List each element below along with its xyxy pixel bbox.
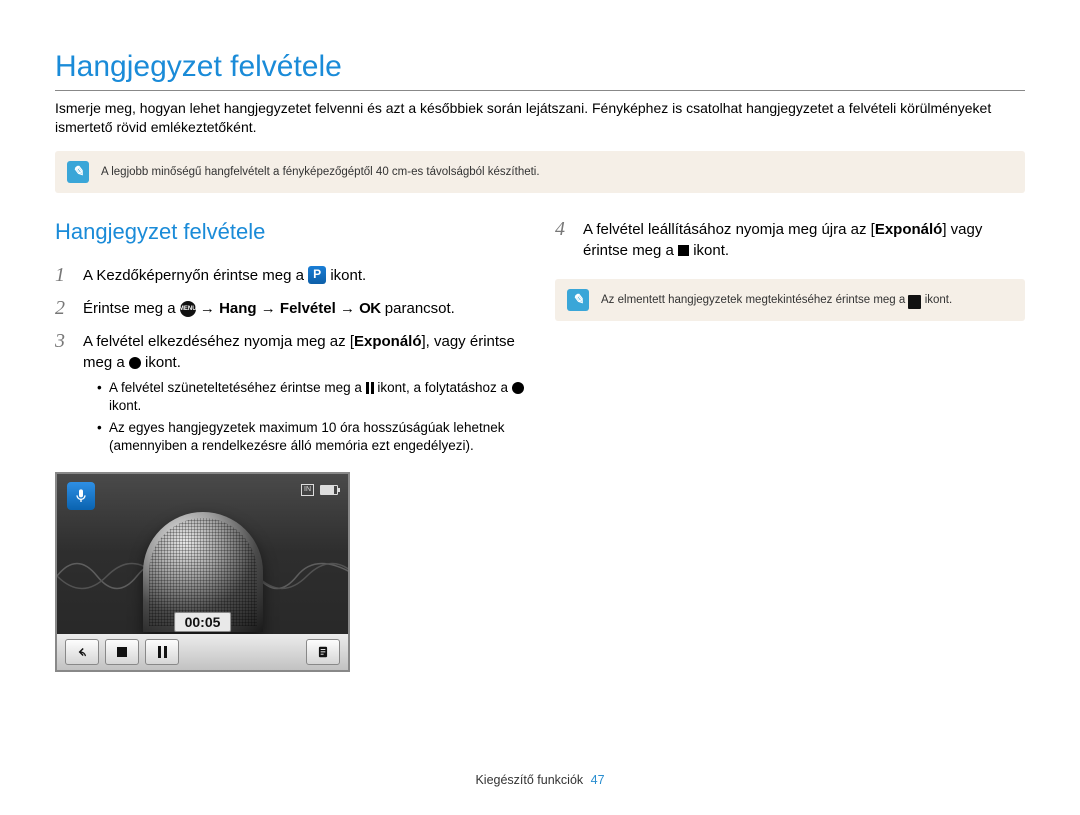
step-2-arrow-2: → (261, 300, 280, 317)
p-mode-icon: P (308, 266, 326, 284)
step-2-text-a: Érintse meg a (83, 300, 180, 317)
right-column: 4 A felvétel leállításához nyomja meg új… (555, 219, 1025, 672)
step-4-text-c: ikont. (693, 242, 729, 259)
step-num-1: 1 (55, 265, 73, 286)
left-column: Hangjegyzet felvétele 1 A Kezdőképernyőn… (55, 219, 525, 672)
step-2-felv: Felvétel (280, 300, 336, 317)
step-4-exp: Exponáló (875, 221, 943, 238)
bullet-1-b: ikont, a folytatáshoz a (377, 380, 511, 395)
step-num-3: 3 (55, 331, 73, 460)
bullet-1-a: A felvétel szüneteltetéséhez érintse meg… (109, 380, 366, 395)
stop-button[interactable] (105, 639, 139, 665)
page-title: Hangjegyzet felvétele (55, 50, 1025, 84)
intro-text: Ismerje meg, hogyan lehet hangjegyzetet … (55, 99, 1025, 137)
tip-box-2: ✎ Az elmentett hangjegyzetek megtekintés… (555, 279, 1025, 321)
back-button[interactable] (65, 639, 99, 665)
mic-badge-icon (67, 482, 95, 510)
step-2-arrow-3: → (340, 300, 359, 317)
recorder-status-bar: IN (301, 484, 338, 496)
note-icon-2: ✎ (567, 289, 589, 311)
bullet-1-c: ikont. (109, 398, 141, 413)
note-icon: ✎ (67, 161, 89, 183)
page-footer: Kiegészítő funkciók 47 (0, 773, 1080, 787)
tip-2-text-b: ikont. (925, 294, 953, 306)
title-divider (55, 90, 1025, 91)
footer-label: Kiegészítő funkciók (475, 773, 583, 787)
step-1-text-a: A Kezdőképernyőn érintse meg a (83, 267, 308, 284)
pause-icon (366, 382, 374, 394)
memo-list-button[interactable] (306, 639, 340, 665)
step-4: 4 A felvétel leállításához nyomja meg új… (555, 219, 1025, 261)
memo-list-icon (908, 295, 921, 309)
recorder-screenshot: IN 00:05 (55, 472, 350, 672)
step-num-2: 2 (55, 298, 73, 319)
tip-2-text-a: Az elmentett hangjegyzetek megtekintéséh… (601, 294, 908, 306)
step-3: 3 A felvétel elkezdéséhez nyomja meg az … (55, 331, 525, 460)
record-icon (129, 357, 141, 369)
tip-box-1: ✎ A legjobb minőségű hangfelvételt a fén… (55, 151, 1025, 193)
sub-heading: Hangjegyzet felvétele (55, 219, 525, 245)
step-3-exp: Exponáló (354, 333, 422, 350)
pause-button[interactable] (145, 639, 179, 665)
step-num-4: 4 (555, 219, 573, 261)
step-2-text-e: parancsot. (385, 300, 455, 317)
recording-timer: 00:05 (174, 612, 232, 632)
page-number: 47 (591, 773, 605, 787)
step-1: 1 A Kezdőképernyőn érintse meg a P ikont… (55, 265, 525, 286)
step-4-text-a: A felvétel leállításához nyomja meg újra… (583, 221, 875, 238)
step-1-text-b: ikont. (330, 267, 366, 284)
step-3-text-a: A felvétel elkezdéséhez nyomja meg az [ (83, 333, 354, 350)
step-2-hang: Hang (219, 300, 257, 317)
step-3-text-c: ikont. (145, 354, 181, 371)
ok-icon: OK (359, 300, 381, 317)
recorder-toolbar (57, 634, 348, 670)
bullet-1: A felvétel szüneteltetéséhez érintse meg… (97, 379, 525, 415)
stop-icon (678, 245, 689, 256)
battery-icon (320, 485, 338, 495)
storage-indicator: IN (301, 484, 314, 496)
tip-1-text: A legjobb minőségű hangfelvételt a fényk… (101, 166, 540, 178)
bullet-2: Az egyes hangjegyzetek maximum 10 óra ho… (97, 419, 525, 455)
menu-icon: MENU (180, 301, 196, 317)
step-2-arrow-1: → (200, 300, 219, 317)
step-2: 2 Érintse meg a MENU → Hang → Felvétel →… (55, 298, 525, 319)
resume-icon (512, 382, 524, 394)
